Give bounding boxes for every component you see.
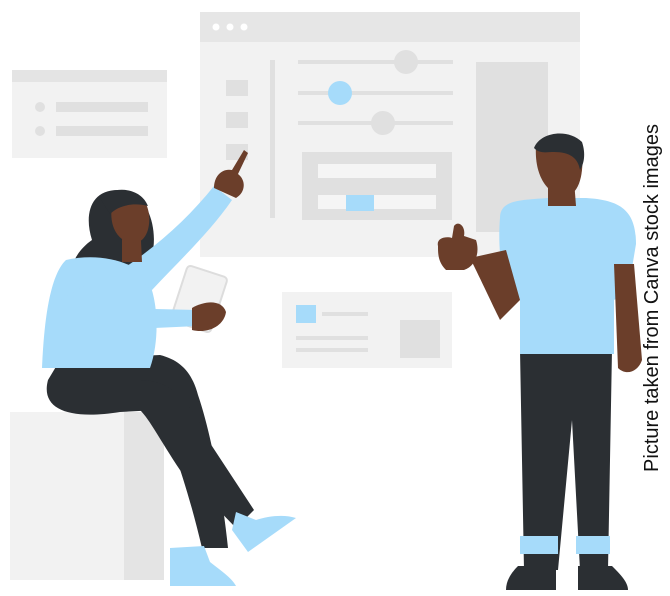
- woman-shoe: [170, 546, 236, 586]
- illustration-scene: [10, 12, 642, 590]
- slider-knob-icon: [371, 111, 395, 135]
- woman-shoe: [232, 512, 296, 552]
- window-divider: [270, 60, 275, 218]
- man-shoe: [578, 566, 628, 590]
- man-shoe: [506, 566, 556, 590]
- list-window-panel: [12, 70, 167, 158]
- bottom-card-panel: [282, 292, 452, 368]
- window-dots-icon: [212, 23, 248, 31]
- slider-knob-icon: [394, 50, 418, 74]
- cube-seat: [10, 412, 164, 580]
- window-card: [302, 152, 452, 220]
- browser-window-titlebar: [200, 12, 580, 42]
- window-sidebar-squares: [226, 80, 248, 160]
- slider-knob-icon: [328, 81, 352, 105]
- image-credit-caption: Picture taken from Canva stock images: [641, 124, 663, 472]
